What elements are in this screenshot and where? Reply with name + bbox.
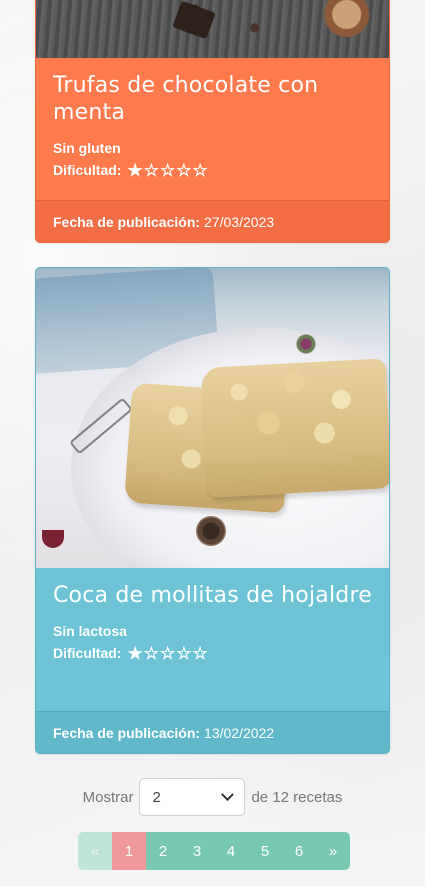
recipe-photo[interactable] xyxy=(36,268,389,568)
star-filled-icon: ★ xyxy=(127,643,143,663)
per-page-label: Mostrar xyxy=(82,788,134,806)
photo-detail xyxy=(42,530,64,548)
next-page-button[interactable]: » xyxy=(316,832,350,870)
recipe-tag: Sin lactosa xyxy=(53,623,127,639)
star-empty-icon: ☆ xyxy=(192,643,208,663)
page-button-4[interactable]: 4 xyxy=(214,832,248,870)
per-page-value: 2 xyxy=(152,788,161,806)
recipe-tag: Sin gluten xyxy=(53,140,121,156)
difficulty-row: Dificultad: ★ ☆ ☆ ☆ ☆ xyxy=(53,642,372,664)
star-empty-icon: ☆ xyxy=(159,643,176,663)
recipe-count-label: de 12 recetas xyxy=(251,788,343,806)
photo-detail xyxy=(286,333,326,355)
page-button-2[interactable]: 2 xyxy=(146,832,180,870)
star-empty-icon: ☆ xyxy=(143,643,159,663)
per-page-select[interactable]: 2 xyxy=(139,778,246,816)
page-button-1[interactable]: 1 xyxy=(112,832,146,870)
date-label: Fecha de publicación: xyxy=(53,213,201,230)
page-button-6[interactable]: 6 xyxy=(282,832,316,870)
chevron-down-icon xyxy=(221,787,235,801)
per-page-control: Mostrar 2 de 12 recetas xyxy=(0,778,425,816)
recipe-card[interactable]: Coca de mollitas de hojaldre Sin lactosa… xyxy=(35,267,390,754)
card-footer: Fecha de publicación: 13/02/2022 xyxy=(36,711,389,753)
pagination: « 1 2 3 4 5 6 » xyxy=(78,832,350,870)
recipe-title[interactable]: Trufas de chocolate con menta xyxy=(53,72,372,126)
recipe-photo[interactable] xyxy=(36,0,389,58)
difficulty-stars: ★ ☆ ☆ ☆ ☆ xyxy=(127,162,207,179)
star-empty-icon: ☆ xyxy=(192,160,208,180)
card-footer: Fecha de publicación: 27/03/2023 xyxy=(36,200,389,242)
difficulty-label: Dificultad: xyxy=(53,645,122,661)
publication-date: 27/03/2023 xyxy=(204,213,275,230)
star-empty-icon: ☆ xyxy=(143,160,159,180)
star-empty-icon: ☆ xyxy=(176,160,192,180)
star-empty-icon: ☆ xyxy=(176,643,192,663)
photo-detail xyxy=(200,358,389,498)
difficulty-row: Dificultad: ★ ☆ ☆ ☆ ☆ xyxy=(53,159,372,181)
difficulty-stars: ★ ☆ ☆ ☆ ☆ xyxy=(127,645,207,662)
page-button-3[interactable]: 3 xyxy=(180,832,214,870)
recipe-title[interactable]: Coca de mollitas de hojaldre xyxy=(53,582,372,609)
date-label: Fecha de publicación: xyxy=(53,724,201,741)
photo-detail xyxy=(196,516,226,546)
page-button-5[interactable]: 5 xyxy=(248,832,282,870)
publication-date: 13/02/2022 xyxy=(204,724,275,741)
star-empty-icon: ☆ xyxy=(159,160,176,180)
star-filled-icon: ★ xyxy=(127,160,143,180)
recipe-card[interactable]: Trufas de chocolate con menta Sin gluten… xyxy=(35,0,390,243)
difficulty-label: Dificultad: xyxy=(53,162,122,178)
prev-page-button[interactable]: « xyxy=(78,832,112,870)
